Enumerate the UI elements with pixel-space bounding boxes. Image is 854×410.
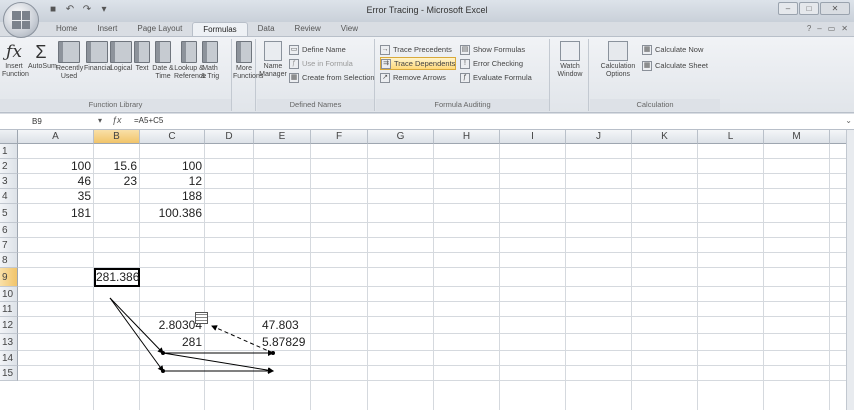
- arrow-dot-e12: [271, 351, 275, 355]
- function-library-label: Function Library: [0, 99, 231, 111]
- calculate-now-button[interactable]: ▦ Calculate Now: [642, 43, 703, 56]
- arrow-b9-to-c12: [109, 297, 164, 354]
- help-icon[interactable]: ?: [807, 24, 811, 33]
- trace-precedents-icon: →: [380, 44, 390, 55]
- calculate-now-icon: ▦: [642, 44, 652, 55]
- tab-data[interactable]: Data: [248, 22, 285, 36]
- define-name-button[interactable]: ▭ Define Name: [289, 43, 346, 56]
- financial-button[interactable]: Financial: [84, 41, 112, 73]
- more-functions-button[interactable]: More Functions: [233, 41, 263, 81]
- workbook-minimize-icon[interactable]: –: [817, 24, 821, 33]
- defined-names-group: Name Manager ▭ Define Name ƒ Use in Form…: [257, 39, 375, 111]
- use-in-formula-icon: ƒ: [289, 58, 299, 69]
- book-icon: [181, 41, 197, 63]
- trace-dependents-button[interactable]: ⇉ Trace Dependents: [380, 57, 457, 70]
- tab-home[interactable]: Home: [46, 22, 87, 36]
- worksheet-icon[interactable]: [195, 312, 208, 324]
- formula-auditing-group: → Trace Precedents ⇉ Trace Dependents ↗ …: [376, 39, 550, 111]
- office-logo-icon: [12, 11, 30, 29]
- office-button[interactable]: [3, 2, 39, 38]
- workbook-close-icon[interactable]: ✕: [841, 24, 848, 33]
- name-box[interactable]: B9: [12, 116, 92, 128]
- book-icon: [134, 41, 150, 63]
- ribbon-tabs: Home Insert Page Layout Formulas Data Re…: [46, 22, 368, 36]
- use-in-formula-button[interactable]: ƒ Use in Formula: [289, 57, 353, 70]
- evaluate-formula-icon: ƒ: [460, 72, 470, 83]
- calculate-sheet-icon: ▦: [642, 60, 652, 71]
- formula-input[interactable]: =A5+C5: [134, 116, 163, 125]
- arrow-dot-c13: [161, 369, 165, 373]
- show-formulas-button[interactable]: ▤ Show Formulas: [460, 43, 525, 56]
- text-button[interactable]: Text: [133, 41, 151, 73]
- book-icon: [155, 41, 171, 63]
- maximize-icon[interactable]: □: [799, 2, 819, 15]
- tab-view[interactable]: View: [331, 22, 368, 36]
- calculation-label: Calculation: [590, 99, 720, 111]
- tab-insert[interactable]: Insert: [87, 22, 127, 36]
- arrow-c12-to-e13: [162, 352, 274, 374]
- watch-window-slot: Watch Window: [551, 39, 589, 111]
- calculator-icon: [608, 41, 628, 61]
- window-title: Error Tracing - Microsoft Excel: [366, 5, 488, 15]
- more-functions-slot: More Functions: [232, 39, 263, 111]
- trace-dependents-arrows: [109, 297, 275, 374]
- workbook-controls: ? – ▭ ✕: [807, 24, 848, 33]
- book-icon: [86, 41, 108, 63]
- arrow-b9-to-c13: [109, 297, 164, 372]
- workbook-restore-icon[interactable]: ▭: [828, 24, 836, 33]
- expand-formula-bar-icon[interactable]: ⌄: [845, 116, 852, 125]
- remove-arrows-icon: ↗: [380, 72, 390, 83]
- name-manager-button[interactable]: Name Manager: [259, 41, 287, 79]
- arrow-e12-to-worksheet-icon: [211, 325, 274, 354]
- function-library-group: ƒx Insert Function Σ AutoSum Recently Us…: [0, 39, 232, 111]
- autosum-button[interactable]: Σ AutoSum: [28, 41, 57, 71]
- trace-precedents-button[interactable]: → Trace Precedents: [380, 43, 452, 56]
- fx-icon[interactable]: ƒx: [112, 115, 122, 125]
- date-time-button[interactable]: Date & Time: [152, 41, 174, 81]
- formula-auditing-label: Formula Auditing: [376, 99, 549, 111]
- calculation-options-button[interactable]: Calculation Options: [598, 41, 638, 79]
- arrow-dot-c12: [161, 351, 165, 355]
- remove-arrows-button[interactable]: ↗ Remove Arrows: [380, 71, 446, 84]
- name-box-dropdown-icon[interactable]: ▾: [98, 116, 102, 125]
- math-trig-button[interactable]: Math & Trig: [200, 41, 220, 81]
- sigma-icon: Σ: [35, 42, 47, 62]
- calculation-group: Calculation Options ▦ Calculate Now ▦ Ca…: [590, 39, 854, 111]
- fx-icon: ƒx: [6, 42, 22, 62]
- logical-button[interactable]: Logical: [110, 41, 132, 73]
- recently-used-button[interactable]: Recently Used: [56, 41, 83, 81]
- formula-bar: B9 ▾ ƒx =A5+C5 ⌄: [0, 114, 854, 130]
- defined-names-label: Defined Names: [257, 99, 374, 111]
- insert-function-button[interactable]: ƒx Insert Function: [2, 41, 29, 79]
- define-name-icon: ▭: [289, 44, 299, 55]
- show-formulas-icon: ▤: [460, 44, 470, 55]
- tab-review[interactable]: Review: [285, 22, 331, 36]
- watch-window-button[interactable]: Watch Window: [555, 41, 585, 79]
- glasses-icon: [560, 41, 580, 61]
- book-icon: [202, 41, 218, 63]
- window-controls: – □ ✕: [778, 2, 850, 15]
- minimize-icon[interactable]: –: [778, 2, 798, 15]
- error-checking-button[interactable]: ! Error Checking: [460, 57, 523, 70]
- evaluate-formula-button[interactable]: ƒ Evaluate Formula: [460, 71, 532, 84]
- error-checking-icon: !: [460, 58, 470, 69]
- book-icon: [110, 41, 132, 63]
- worksheet-grid[interactable]: ABCDEFGHIJKLMN 123456789101112131415 100…: [0, 130, 854, 410]
- name-manager-icon: [264, 41, 282, 61]
- tab-formulas[interactable]: Formulas: [192, 22, 248, 36]
- create-from-selection-button[interactable]: ▦ Create from Selection: [289, 71, 375, 84]
- book-icon: [58, 41, 80, 63]
- close-icon[interactable]: ✕: [820, 2, 850, 15]
- create-from-selection-icon: ▦: [289, 72, 299, 83]
- title-bar: ■ ↶ ↷ ▾ Error Tracing - Microsoft Excel …: [0, 0, 854, 22]
- vertical-scrollbar[interactable]: [846, 130, 854, 410]
- calculate-sheet-button[interactable]: ▦ Calculate Sheet: [642, 59, 708, 72]
- tab-page-layout[interactable]: Page Layout: [127, 22, 192, 36]
- trace-dependents-icon: ⇉: [381, 58, 391, 69]
- ribbon: ƒx Insert Function Σ AutoSum Recently Us…: [0, 36, 854, 113]
- book-icon: [236, 41, 252, 63]
- excel-window: ■ ↶ ↷ ▾ Error Tracing - Microsoft Excel …: [0, 0, 854, 410]
